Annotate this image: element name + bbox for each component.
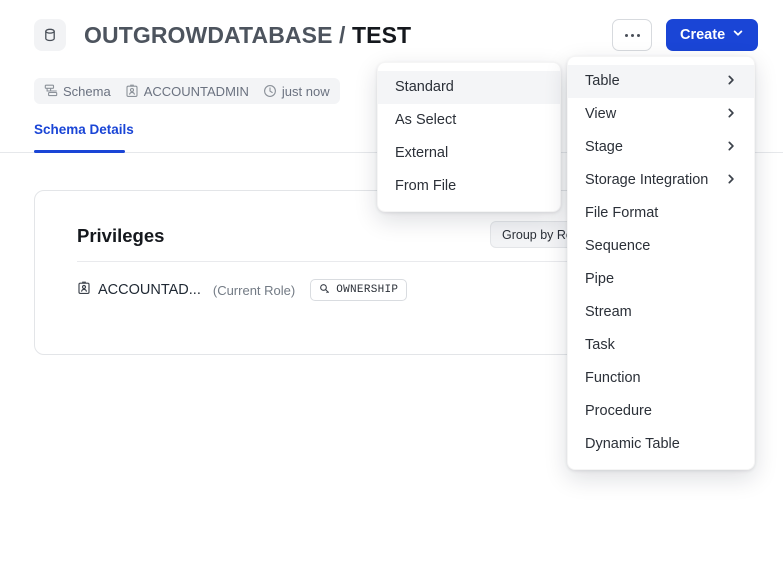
chevron-right-icon: [725, 140, 737, 156]
create-menu-item-pipe[interactable]: Pipe: [568, 263, 754, 296]
create-menu-item-dynamic-table[interactable]: Dynamic Table: [568, 428, 754, 461]
submenu-item-external[interactable]: External: [378, 137, 560, 170]
create-menu-item-procedure[interactable]: Procedure: [568, 395, 754, 428]
create-menu-item-stream[interactable]: Stream: [568, 296, 754, 329]
privileges-card-title: Privileges: [77, 225, 164, 247]
create-menu-item-table[interactable]: Table: [568, 65, 754, 98]
submenu-item-external-label: External: [395, 146, 448, 161]
role-badge-icon: [125, 84, 139, 98]
page-title-parent: OUTGROWDATABASE: [84, 22, 333, 48]
create-menu: Table View Stage Storage Integration Fil: [567, 56, 755, 470]
create-button-label: Create: [680, 27, 725, 43]
submenu-item-standard-label: Standard: [395, 80, 454, 95]
chevron-down-icon: [732, 27, 744, 43]
tab-schema-details[interactable]: Schema Details: [34, 122, 134, 146]
create-menu-item-view[interactable]: View: [568, 98, 754, 131]
create-menu-item-stage-label: Stage: [585, 140, 623, 155]
create-menu-item-file-format[interactable]: File Format: [568, 197, 754, 230]
privileges-row: ACCOUNTAD... (Current Role) OWNERSHIP: [77, 279, 407, 301]
meta-chip-role-label: ACCOUNTADMIN: [144, 84, 249, 99]
app-root: OUTGROWDATABASE / TEST Create: [0, 0, 783, 577]
meta-chip-schema-label: Schema: [63, 84, 111, 99]
submenu-item-as-select-label: As Select: [395, 113, 456, 128]
submenu-item-as-select[interactable]: As Select: [378, 104, 560, 137]
submenu-item-standard[interactable]: Standard: [378, 71, 560, 104]
page-title-leaf: TEST: [352, 22, 411, 48]
create-menu-item-table-label: Table: [585, 74, 620, 89]
submenu-item-from-file-label: From File: [395, 179, 456, 194]
ellipsis-icon: [625, 34, 640, 37]
key-icon: [319, 283, 330, 298]
create-menu-item-task[interactable]: Task: [568, 329, 754, 362]
create-menu-item-procedure-label: Procedure: [585, 404, 652, 419]
clock-icon: [263, 84, 277, 98]
privileges-role-note: (Current Role): [213, 283, 295, 298]
role-badge-icon: [77, 281, 91, 299]
privileges-role: ACCOUNTAD...: [77, 281, 201, 299]
create-button[interactable]: Create: [666, 19, 758, 51]
create-menu-item-storage-integration[interactable]: Storage Integration: [568, 164, 754, 197]
schema-icon: [44, 84, 58, 98]
meta-chip-timestamp-label: just now: [282, 84, 330, 99]
table-submenu: Standard As Select External From File: [377, 62, 561, 212]
create-menu-item-sequence-label: Sequence: [585, 239, 650, 254]
tab-active-indicator: [34, 150, 125, 153]
create-menu-item-function-label: Function: [585, 371, 641, 386]
create-menu-item-storage-integration-label: Storage Integration: [585, 173, 708, 188]
meta-chip-timestamp: just now: [263, 84, 330, 99]
chevron-right-icon: [725, 74, 737, 90]
database-icon: [34, 19, 66, 51]
chevron-right-icon: [725, 107, 737, 123]
page-title-separator: /: [339, 22, 346, 48]
create-menu-item-dynamic-table-label: Dynamic Table: [585, 437, 680, 452]
create-menu-item-pipe-label: Pipe: [585, 272, 614, 287]
submenu-item-from-file[interactable]: From File: [378, 170, 560, 203]
more-options-button[interactable]: [612, 19, 652, 51]
create-menu-item-stream-label: Stream: [585, 305, 632, 320]
create-menu-item-stage[interactable]: Stage: [568, 131, 754, 164]
privilege-chip-ownership[interactable]: OWNERSHIP: [310, 279, 407, 301]
create-menu-item-sequence[interactable]: Sequence: [568, 230, 754, 263]
create-menu-item-view-label: View: [585, 107, 616, 122]
meta-chip-schema: Schema: [44, 84, 125, 99]
create-menu-item-file-format-label: File Format: [585, 206, 658, 221]
metadata-chip-row: Schema ACCOUNTADMIN just now: [34, 78, 340, 104]
meta-chip-role: ACCOUNTADMIN: [125, 84, 263, 99]
create-menu-item-function[interactable]: Function: [568, 362, 754, 395]
chevron-right-icon: [725, 173, 737, 189]
page-title: OUTGROWDATABASE / TEST: [84, 20, 411, 50]
create-menu-item-task-label: Task: [585, 338, 615, 353]
privileges-role-name: ACCOUNTAD...: [98, 282, 201, 298]
privilege-chip-label: OWNERSHIP: [336, 284, 398, 296]
